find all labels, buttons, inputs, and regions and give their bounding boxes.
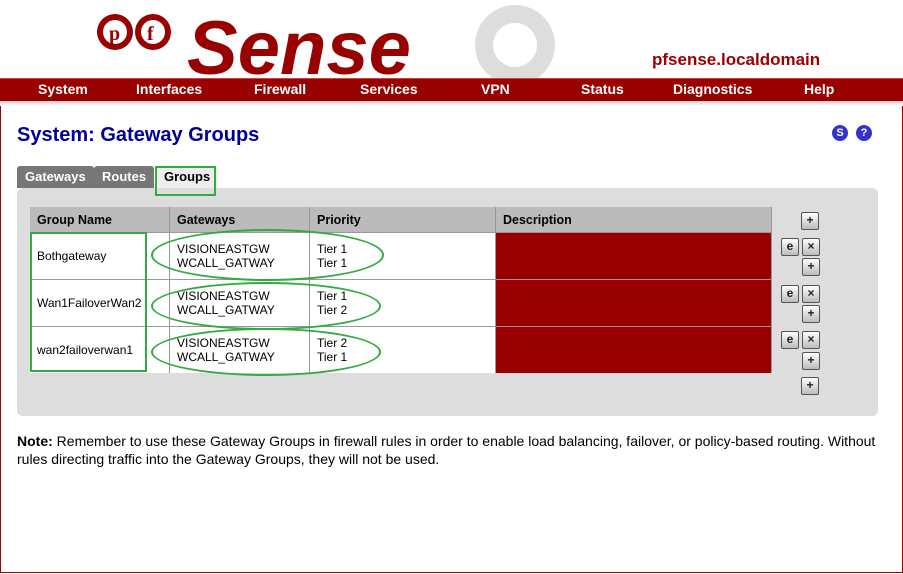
- header: p f Sense pfsense.localdomain: [0, 0, 903, 78]
- status-icon[interactable]: S: [832, 125, 848, 141]
- annotation-tab-highlight: [155, 166, 216, 196]
- menu-interfaces[interactable]: Interfaces: [136, 79, 202, 101]
- menu-diagnostics[interactable]: Diagnostics: [673, 79, 752, 101]
- menu-shadow: [0, 101, 903, 106]
- description-cell: [495, 326, 772, 373]
- edit-icon[interactable]: e: [781, 331, 799, 349]
- delete-icon[interactable]: ×: [802, 331, 820, 349]
- annotation-row-oval: [151, 328, 381, 376]
- annotation-row-oval: [151, 282, 381, 330]
- duplicate-icon[interactable]: +: [802, 352, 820, 370]
- note-text: Note: Remember to use these Gateway Grou…: [17, 432, 882, 468]
- annotation-row-oval: [151, 229, 384, 281]
- logo-text: Sense: [187, 6, 411, 78]
- main-menu: System Interfaces Firewall Services VPN …: [0, 78, 903, 102]
- tab-routes[interactable]: Routes: [94, 166, 155, 188]
- menu-services[interactable]: Services: [360, 79, 418, 101]
- edit-icon[interactable]: e: [781, 238, 799, 256]
- description-cell: [495, 279, 772, 327]
- logo-letter-p: p: [109, 23, 120, 45]
- menu-status[interactable]: Status: [581, 79, 624, 101]
- logo-letter-f: f: [147, 23, 154, 45]
- note-label: Note:: [17, 433, 53, 449]
- duplicate-icon[interactable]: +: [802, 258, 820, 276]
- note-body: Remember to use these Gateway Groups in …: [17, 433, 876, 467]
- menu-help[interactable]: Help: [804, 79, 834, 101]
- menu-vpn[interactable]: VPN: [481, 79, 510, 101]
- delete-icon[interactable]: ×: [802, 238, 820, 256]
- pfsense-logo: p f Sense: [97, 5, 555, 78]
- description-cell: [495, 232, 772, 280]
- page-title: System: Gateway Groups: [17, 124, 260, 146]
- add-group-icon[interactable]: +: [801, 212, 819, 230]
- table-header: Group Name Gateways Priority Description: [30, 207, 772, 233]
- duplicate-icon[interactable]: +: [802, 305, 820, 323]
- column-header: Group Name: [30, 207, 170, 233]
- hostname: pfsense.localdomain: [652, 50, 821, 69]
- delete-icon[interactable]: ×: [802, 285, 820, 303]
- annotation-name-highlight: [30, 232, 147, 372]
- tab-gateways[interactable]: Gateways: [17, 166, 94, 188]
- menu-firewall[interactable]: Firewall: [254, 79, 306, 101]
- column-header: Description: [495, 207, 772, 233]
- column-header: Priority: [309, 207, 496, 233]
- add-group-icon[interactable]: +: [801, 377, 819, 395]
- help-icon[interactable]: ?: [856, 125, 872, 141]
- edit-icon[interactable]: e: [781, 285, 799, 303]
- menu-system[interactable]: System: [38, 79, 88, 101]
